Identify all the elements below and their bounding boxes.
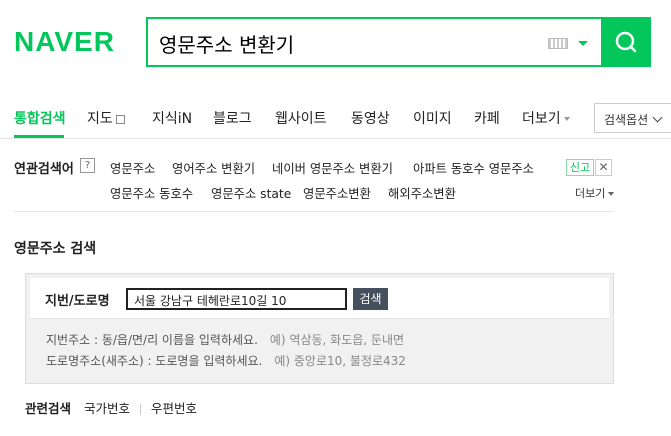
converter-title: 영문주소 검색 [14, 241, 97, 257]
related-title: 연관검색어 [14, 162, 74, 177]
tab-cafe[interactable]: 카페 [474, 108, 500, 128]
link-separator [140, 404, 141, 415]
related-link[interactable]: 아파트 동호수 영문주소 [413, 159, 534, 177]
postal-code-link[interactable]: 우편번호 [151, 401, 197, 416]
help-example: 예) 역삼동, 화도읍, 둔내면 [269, 333, 405, 347]
related-more-button[interactable]: 더보기 [575, 185, 615, 201]
related-link[interactable]: 영문주소 동호수 [110, 184, 193, 202]
tab-website[interactable]: 웹사이트 [275, 108, 327, 128]
tab-image[interactable]: 이미지 [413, 108, 452, 128]
related-links: 관련검색 국가번호 우편번호 [25, 398, 197, 417]
help-text-main: 지번주소 : 동/읍/면/리 이름을 입력하세요. [46, 333, 258, 347]
search-options-button[interactable]: 검색옵션 [594, 103, 671, 133]
caret-down-icon[interactable] [578, 41, 588, 46]
help-text-main: 도로명주소(새주소) : 도로명을 입력하세요. [46, 354, 263, 368]
converter-search-row: 지번/도로명 서울 강남구 테헤란로10길 10 검색 [30, 278, 609, 319]
related-searches: 연관검색어 ? 영문주소 영어주소 변환기 네이버 영문주소 변환기 아파트 동… [0, 150, 671, 210]
address-type-label: 지번/도로명 [45, 294, 110, 309]
search-options-label: 검색옵션 [604, 113, 649, 127]
related-link[interactable]: 영문주소변환 [303, 184, 371, 202]
search-button[interactable] [601, 17, 651, 67]
chevron-down-icon [652, 112, 663, 123]
magnifier-icon [615, 31, 637, 53]
search-input[interactable]: 영문주소 변환기 [159, 29, 294, 58]
help-text: 도로명주소(새주소) : 도로명을 입력하세요. 예) 중앙로10, 불정로432 [46, 352, 406, 369]
related-links-title: 관련검색 [25, 401, 72, 416]
naver-logo[interactable]: NAVER [14, 26, 115, 58]
search-tabs: 통합검색 지도 지식iN 블로그 웹사이트 동영상 이미지 카페 더보기 검색옵… [0, 98, 671, 138]
tab-integrated[interactable]: 통합검색 [14, 108, 66, 128]
help-text: 지번주소 : 동/읍/면/리 이름을 입력하세요. 예) 역삼동, 화도읍, 둔내… [46, 331, 404, 348]
tab-more[interactable]: 더보기 [522, 108, 570, 128]
help-icon[interactable]: ? [80, 158, 95, 173]
related-link[interactable]: 영문주소 [110, 159, 155, 177]
search-box[interactable]: 영문주소 변환기 [146, 17, 604, 67]
report-button[interactable]: 신고 [566, 159, 594, 176]
tabs-divider [0, 138, 671, 139]
related-more-label: 더보기 [575, 187, 606, 200]
tab-video[interactable]: 동영상 [351, 108, 390, 128]
country-code-link[interactable]: 국가번호 [84, 401, 130, 416]
help-example: 예) 중앙로10, 불정로432 [274, 354, 406, 368]
tab-kin[interactable]: 지식iN [152, 108, 192, 128]
address-input[interactable]: 서울 강남구 테헤란로10길 10 [126, 288, 347, 310]
related-link[interactable]: 해외주소변환 [388, 184, 456, 202]
keyboard-icon[interactable] [548, 38, 568, 49]
caret-down-icon [563, 117, 570, 121]
tab-map-label: 지도 [87, 111, 113, 127]
related-link[interactable]: 영어주소 변환기 [172, 159, 255, 177]
tab-map[interactable]: 지도 [87, 108, 125, 128]
related-link[interactable]: 네이버 영문주소 변환기 [272, 159, 393, 177]
section-divider [14, 211, 614, 212]
tab-blog[interactable]: 블로그 [213, 108, 252, 128]
converter-box: 지번/도로명 서울 강남구 테헤란로10길 10 검색 지번주소 : 동/읍/면… [25, 273, 614, 384]
address-search-button[interactable]: 검색 [353, 288, 388, 310]
close-icon[interactable]: ✕ [595, 159, 612, 176]
tab-more-label: 더보기 [522, 111, 561, 127]
related-link[interactable]: 영문주소 state [211, 184, 291, 202]
caret-down-icon [608, 192, 615, 196]
map-icon [115, 114, 125, 124]
